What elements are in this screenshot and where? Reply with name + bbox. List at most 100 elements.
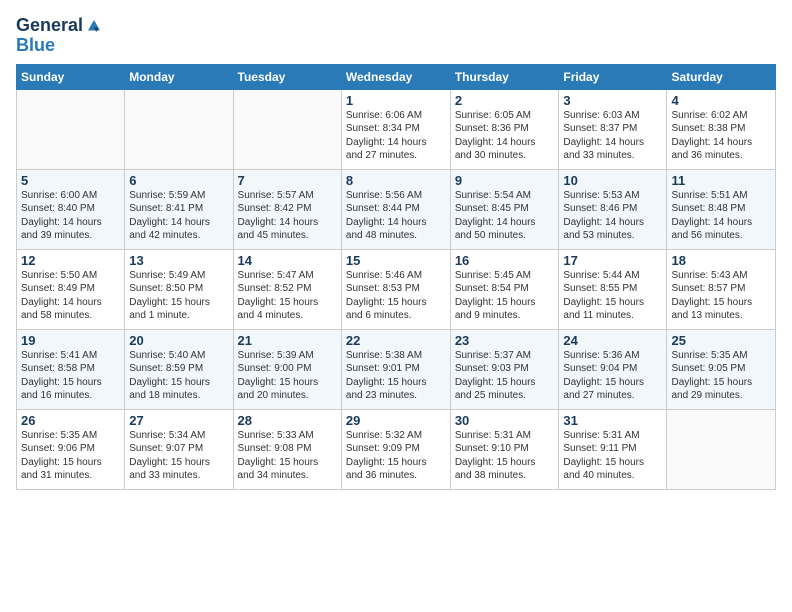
day-info: Sunrise: 5:38 AMSunset: 9:01 PMDaylight:…	[346, 349, 446, 403]
week-row-3: 12Sunrise: 5:50 AMSunset: 8:49 PMDayligh…	[17, 249, 776, 329]
day-cell	[125, 89, 233, 169]
day-number: 10	[563, 173, 662, 188]
day-cell: 21Sunrise: 5:39 AMSunset: 9:00 PMDayligh…	[233, 329, 341, 409]
day-info: Sunrise: 5:51 AMSunset: 8:48 PMDaylight:…	[671, 189, 771, 243]
day-cell: 30Sunrise: 5:31 AMSunset: 9:10 PMDayligh…	[450, 409, 559, 489]
day-cell: 28Sunrise: 5:33 AMSunset: 9:08 PMDayligh…	[233, 409, 341, 489]
day-cell: 13Sunrise: 5:49 AMSunset: 8:50 PMDayligh…	[125, 249, 233, 329]
day-number: 20	[129, 333, 228, 348]
day-number: 19	[21, 333, 120, 348]
day-number: 29	[346, 413, 446, 428]
day-cell	[17, 89, 125, 169]
day-cell: 4Sunrise: 6:02 AMSunset: 8:38 PMDaylight…	[667, 89, 776, 169]
day-info: Sunrise: 5:46 AMSunset: 8:53 PMDaylight:…	[346, 269, 446, 323]
week-row-4: 19Sunrise: 5:41 AMSunset: 8:58 PMDayligh…	[17, 329, 776, 409]
day-number: 16	[455, 253, 555, 268]
day-cell: 18Sunrise: 5:43 AMSunset: 8:57 PMDayligh…	[667, 249, 776, 329]
header-cell-tuesday: Tuesday	[233, 64, 341, 89]
day-number: 27	[129, 413, 228, 428]
logo-text-blue: Blue	[16, 35, 55, 55]
header-cell-thursday: Thursday	[450, 64, 559, 89]
header-cell-monday: Monday	[125, 64, 233, 89]
day-number: 26	[21, 413, 120, 428]
header-cell-saturday: Saturday	[667, 64, 776, 89]
logo-icon	[85, 17, 103, 35]
day-number: 24	[563, 333, 662, 348]
day-number: 5	[21, 173, 120, 188]
day-number: 4	[671, 93, 771, 108]
week-row-1: 1Sunrise: 6:06 AMSunset: 8:34 PMDaylight…	[17, 89, 776, 169]
day-info: Sunrise: 5:36 AMSunset: 9:04 PMDaylight:…	[563, 349, 662, 403]
calendar-table: SundayMondayTuesdayWednesdayThursdayFrid…	[16, 64, 776, 490]
day-info: Sunrise: 5:43 AMSunset: 8:57 PMDaylight:…	[671, 269, 771, 323]
day-number: 9	[455, 173, 555, 188]
day-cell: 17Sunrise: 5:44 AMSunset: 8:55 PMDayligh…	[559, 249, 667, 329]
day-cell: 2Sunrise: 6:05 AMSunset: 8:36 PMDaylight…	[450, 89, 559, 169]
day-number: 7	[238, 173, 337, 188]
week-row-2: 5Sunrise: 6:00 AMSunset: 8:40 PMDaylight…	[17, 169, 776, 249]
day-info: Sunrise: 5:45 AMSunset: 8:54 PMDaylight:…	[455, 269, 555, 323]
day-info: Sunrise: 6:02 AMSunset: 8:38 PMDaylight:…	[671, 109, 771, 163]
day-info: Sunrise: 5:57 AMSunset: 8:42 PMDaylight:…	[238, 189, 337, 243]
page-header: General Blue	[16, 16, 776, 56]
header-cell-friday: Friday	[559, 64, 667, 89]
day-number: 6	[129, 173, 228, 188]
day-cell	[667, 409, 776, 489]
day-info: Sunrise: 5:35 AMSunset: 9:05 PMDaylight:…	[671, 349, 771, 403]
day-number: 22	[346, 333, 446, 348]
day-cell: 31Sunrise: 5:31 AMSunset: 9:11 PMDayligh…	[559, 409, 667, 489]
day-info: Sunrise: 5:34 AMSunset: 9:07 PMDaylight:…	[129, 429, 228, 483]
day-cell: 1Sunrise: 6:06 AMSunset: 8:34 PMDaylight…	[341, 89, 450, 169]
day-cell: 19Sunrise: 5:41 AMSunset: 8:58 PMDayligh…	[17, 329, 125, 409]
day-cell: 24Sunrise: 5:36 AMSunset: 9:04 PMDayligh…	[559, 329, 667, 409]
day-info: Sunrise: 5:47 AMSunset: 8:52 PMDaylight:…	[238, 269, 337, 323]
day-cell: 20Sunrise: 5:40 AMSunset: 8:59 PMDayligh…	[125, 329, 233, 409]
header-cell-sunday: Sunday	[17, 64, 125, 89]
day-number: 18	[671, 253, 771, 268]
day-number: 30	[455, 413, 555, 428]
day-number: 2	[455, 93, 555, 108]
day-cell: 15Sunrise: 5:46 AMSunset: 8:53 PMDayligh…	[341, 249, 450, 329]
day-info: Sunrise: 5:41 AMSunset: 8:58 PMDaylight:…	[21, 349, 120, 403]
day-number: 12	[21, 253, 120, 268]
day-cell	[233, 89, 341, 169]
day-cell: 29Sunrise: 5:32 AMSunset: 9:09 PMDayligh…	[341, 409, 450, 489]
day-number: 17	[563, 253, 662, 268]
day-cell: 7Sunrise: 5:57 AMSunset: 8:42 PMDaylight…	[233, 169, 341, 249]
day-info: Sunrise: 5:39 AMSunset: 9:00 PMDaylight:…	[238, 349, 337, 403]
day-info: Sunrise: 5:56 AMSunset: 8:44 PMDaylight:…	[346, 189, 446, 243]
day-info: Sunrise: 5:49 AMSunset: 8:50 PMDaylight:…	[129, 269, 228, 323]
day-info: Sunrise: 6:06 AMSunset: 8:34 PMDaylight:…	[346, 109, 446, 163]
day-info: Sunrise: 6:00 AMSunset: 8:40 PMDaylight:…	[21, 189, 120, 243]
day-cell: 3Sunrise: 6:03 AMSunset: 8:37 PMDaylight…	[559, 89, 667, 169]
day-number: 14	[238, 253, 337, 268]
week-row-5: 26Sunrise: 5:35 AMSunset: 9:06 PMDayligh…	[17, 409, 776, 489]
day-cell: 14Sunrise: 5:47 AMSunset: 8:52 PMDayligh…	[233, 249, 341, 329]
day-cell: 5Sunrise: 6:00 AMSunset: 8:40 PMDaylight…	[17, 169, 125, 249]
day-cell: 6Sunrise: 5:59 AMSunset: 8:41 PMDaylight…	[125, 169, 233, 249]
header-cell-wednesday: Wednesday	[341, 64, 450, 89]
day-info: Sunrise: 5:31 AMSunset: 9:11 PMDaylight:…	[563, 429, 662, 483]
day-info: Sunrise: 5:50 AMSunset: 8:49 PMDaylight:…	[21, 269, 120, 323]
day-info: Sunrise: 6:03 AMSunset: 8:37 PMDaylight:…	[563, 109, 662, 163]
day-number: 25	[671, 333, 771, 348]
day-cell: 23Sunrise: 5:37 AMSunset: 9:03 PMDayligh…	[450, 329, 559, 409]
day-info: Sunrise: 5:37 AMSunset: 9:03 PMDaylight:…	[455, 349, 555, 403]
day-number: 23	[455, 333, 555, 348]
day-cell: 8Sunrise: 5:56 AMSunset: 8:44 PMDaylight…	[341, 169, 450, 249]
day-info: Sunrise: 5:31 AMSunset: 9:10 PMDaylight:…	[455, 429, 555, 483]
day-number: 3	[563, 93, 662, 108]
day-info: Sunrise: 5:54 AMSunset: 8:45 PMDaylight:…	[455, 189, 555, 243]
day-cell: 27Sunrise: 5:34 AMSunset: 9:07 PMDayligh…	[125, 409, 233, 489]
day-cell: 22Sunrise: 5:38 AMSunset: 9:01 PMDayligh…	[341, 329, 450, 409]
day-cell: 25Sunrise: 5:35 AMSunset: 9:05 PMDayligh…	[667, 329, 776, 409]
header-row: SundayMondayTuesdayWednesdayThursdayFrid…	[17, 64, 776, 89]
day-number: 8	[346, 173, 446, 188]
day-number: 11	[671, 173, 771, 188]
day-cell: 9Sunrise: 5:54 AMSunset: 8:45 PMDaylight…	[450, 169, 559, 249]
day-number: 15	[346, 253, 446, 268]
day-number: 21	[238, 333, 337, 348]
day-cell: 16Sunrise: 5:45 AMSunset: 8:54 PMDayligh…	[450, 249, 559, 329]
day-info: Sunrise: 5:44 AMSunset: 8:55 PMDaylight:…	[563, 269, 662, 323]
day-number: 13	[129, 253, 228, 268]
